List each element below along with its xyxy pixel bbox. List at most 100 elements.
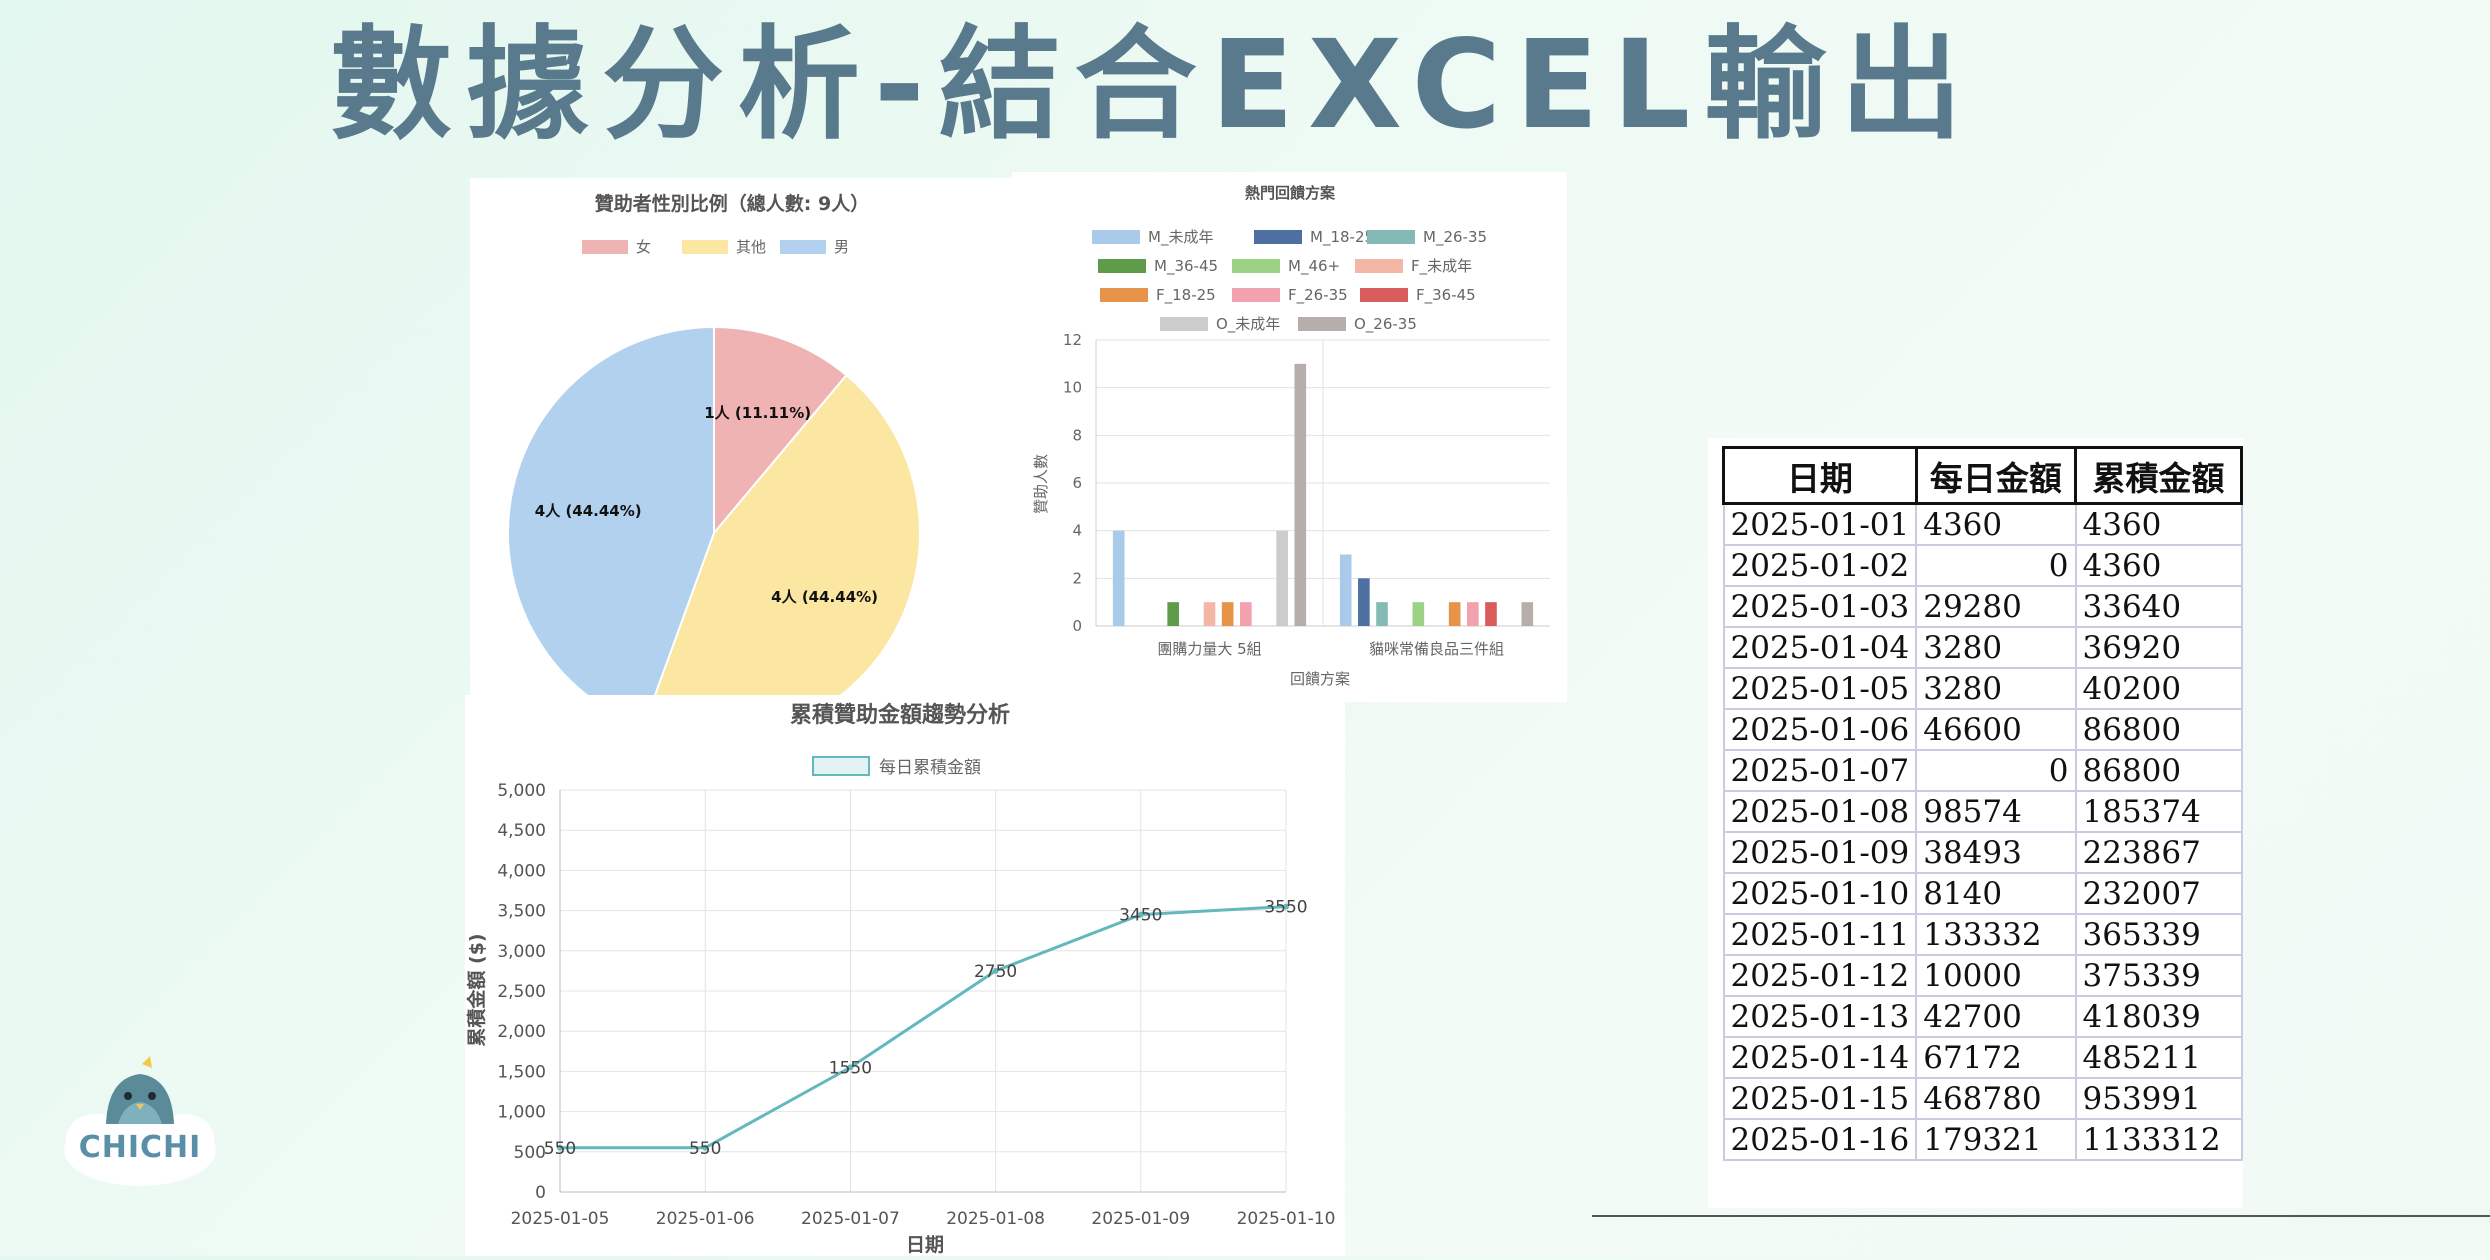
table-cell-daily-amount: 46600	[1915, 708, 2077, 751]
table-cell-cumulative-amount: 485211	[2074, 1036, 2243, 1079]
bar-legend-label: F_26-35	[1288, 286, 1348, 305]
bar	[1376, 602, 1388, 626]
table-cell-daily-amount: 3280	[1915, 667, 2077, 710]
table-cell-cumulative-amount: 33640	[2074, 585, 2243, 628]
table-cell-date: 2025-01-09	[1722, 831, 1918, 874]
line-y-tick-label: 1,500	[497, 1062, 546, 1082]
bar-legend-label: O_未成年	[1216, 315, 1280, 334]
bar-y-tick-label: 8	[1072, 426, 1082, 444]
table-cell-daily-amount: 468780	[1915, 1077, 2077, 1120]
table-row: 2025-01-01 4360 4360	[1722, 502, 2243, 546]
pie-legend-label: 男	[834, 238, 849, 256]
line-y-tick-label: 5,000	[497, 781, 546, 801]
table-header-cumulative-amount: 累積金額	[2074, 446, 2243, 505]
pie-chart-title: 贊助者性別比例（總人數: 9人）	[595, 192, 869, 215]
slide-title: 數據分析-結合EXCEL輸出	[330, 14, 1977, 156]
table-cell-daily-amount: 4360	[1915, 502, 2077, 546]
bar-legend-swatch	[1298, 317, 1346, 331]
table-row: 2025-01-04 3280 36920	[1722, 626, 2243, 669]
line-x-axis-label: 日期	[906, 1234, 944, 1256]
bar	[1294, 363, 1307, 626]
reward-bar-chart-panel: 熱門回饋方案 M_未成年 M_18-25 M_26-35 M_36-45 M_46+ F_…	[1012, 172, 1567, 702]
table-cell-date: 2025-01-13	[1722, 995, 1918, 1038]
bar-legend-swatch	[1100, 288, 1148, 302]
table-cell-daily-amount: 133332	[1915, 913, 2077, 956]
bar-y-tick-label: 0	[1072, 617, 1082, 635]
gender-pie-chart-panel: 贊助者性別比例（總人數: 9人） 女 其他 男 1人 (11.11%) 4人 (44.…	[470, 178, 1015, 740]
table-row: 2025-01-03 29280 33640	[1722, 585, 2243, 628]
table-row: 2025-01-05 3280 40200	[1722, 667, 2243, 710]
table-row: 2025-01-16 179321 1133312	[1722, 1118, 2243, 1161]
table-cell-daily-amount: 8140	[1915, 872, 2077, 915]
line-legend-swatch	[812, 756, 870, 776]
pie-legend-swatch	[582, 240, 628, 254]
table-row: 2025-01-06 46600 86800	[1722, 708, 2243, 751]
bar-legend: M_未成年 M_18-25 M_26-35 M_36-45 M_46+ F_未成年 F_18…	[1092, 228, 1487, 334]
table-cell-date: 2025-01-01	[1722, 502, 1918, 546]
line-y-tick-label: 0	[535, 1183, 546, 1203]
line-legend-label: 每日累積金額	[879, 758, 981, 778]
bar-y-tick-label: 6	[1072, 474, 1082, 492]
table-cell-daily-amount: 29280	[1915, 585, 2077, 628]
table-cell-cumulative-amount: 4360	[2074, 502, 2243, 546]
table-row: 2025-01-02 0 4360	[1722, 544, 2243, 587]
bar	[1167, 602, 1179, 626]
table-cell-date: 2025-01-02	[1722, 544, 1918, 587]
table-header-date: 日期	[1722, 446, 1918, 505]
bar	[1240, 602, 1252, 626]
bar-y-axis-label: 贊助人數	[1032, 454, 1050, 514]
table-cell-cumulative-amount: 418039	[2074, 995, 2243, 1038]
table-cell-date: 2025-01-16	[1722, 1118, 1918, 1161]
bar-legend-swatch	[1360, 288, 1408, 302]
line-y-tick-label: 4,000	[497, 861, 546, 881]
pie-slice-label: 4人 (44.44%)	[535, 502, 642, 520]
bar	[1448, 602, 1461, 626]
bar-legend-label: F_未成年	[1411, 257, 1472, 276]
excel-table-panel: 日期 每日金額 累積金額 2025-01-01 4360 4360 2025-01-0…	[1708, 438, 2243, 1208]
table-row: 2025-01-08 98574 185374	[1722, 790, 2243, 833]
bar-legend-swatch	[1355, 259, 1403, 273]
table-cell-date: 2025-01-10	[1722, 872, 1918, 915]
table-header-row: 日期 每日金額 累積金額	[1722, 446, 2243, 505]
bar-legend-label: M_18-25	[1310, 228, 1374, 247]
bar	[1112, 530, 1125, 626]
bar-legend-swatch	[1092, 230, 1140, 244]
table-body: 2025-01-01 4360 4360 2025-01-02 0 4360 2025-01…	[1722, 502, 2243, 1161]
pie-legend-label: 其他	[736, 238, 766, 256]
table-cell-daily-amount: 42700	[1915, 995, 2077, 1038]
line-series: 550 550 1550 2750 3450 3550	[544, 898, 1308, 1159]
bar-chart-title: 熱門回饋方案	[1245, 184, 1336, 202]
table-cell-date: 2025-01-06	[1722, 708, 1918, 751]
line-x-tick-label: 2025-01-07	[801, 1209, 900, 1229]
bar-y-tick-label: 2	[1072, 569, 1082, 587]
line-legend: 每日累積金額	[812, 756, 981, 778]
bar-legend-label: M_46+	[1288, 257, 1340, 276]
table-cell-daily-amount: 67172	[1915, 1036, 2077, 1079]
line-data-label: 550	[544, 1139, 576, 1159]
bar	[1203, 602, 1216, 626]
bar-legend-label: F_18-25	[1156, 286, 1216, 305]
table-cell-cumulative-amount: 232007	[2074, 872, 2243, 915]
line-data-label: 3450	[1119, 906, 1162, 926]
divider-line	[1592, 1215, 2490, 1217]
table-cell-cumulative-amount: 365339	[2074, 913, 2243, 956]
daily-amount-table: 日期 每日金額 累積金額 2025-01-01 4360 4360 2025-01-0…	[1722, 446, 2243, 1161]
pie-slice-label: 1人 (11.11%)	[704, 404, 811, 422]
bar-y-tick-label: 4	[1072, 522, 1082, 540]
table-cell-date: 2025-01-14	[1722, 1036, 1918, 1079]
table-cell-daily-amount: 98574	[1915, 790, 2077, 833]
bar-legend-swatch	[1367, 230, 1415, 244]
line-x-tick-label: 2025-01-09	[1091, 1209, 1190, 1229]
table-cell-daily-amount: 0	[1915, 544, 2077, 587]
pie-slice-label: 4人 (44.44%)	[771, 588, 878, 606]
chichi-mascot-icon	[64, 1056, 216, 1186]
table-cell-cumulative-amount: 4360	[2074, 544, 2243, 587]
bar-legend-swatch	[1232, 288, 1280, 302]
table-row: 2025-01-15 468780 953991	[1722, 1077, 2243, 1120]
table-cell-cumulative-amount: 86800	[2074, 749, 2243, 792]
chichi-logo: CHICHI	[58, 1052, 222, 1192]
pie-legend-label: 女	[636, 238, 651, 256]
table-cell-daily-amount: 179321	[1915, 1118, 2077, 1161]
line-y-tick-label: 4,500	[497, 821, 546, 841]
table-row: 2025-01-07 0 86800	[1722, 749, 2243, 792]
